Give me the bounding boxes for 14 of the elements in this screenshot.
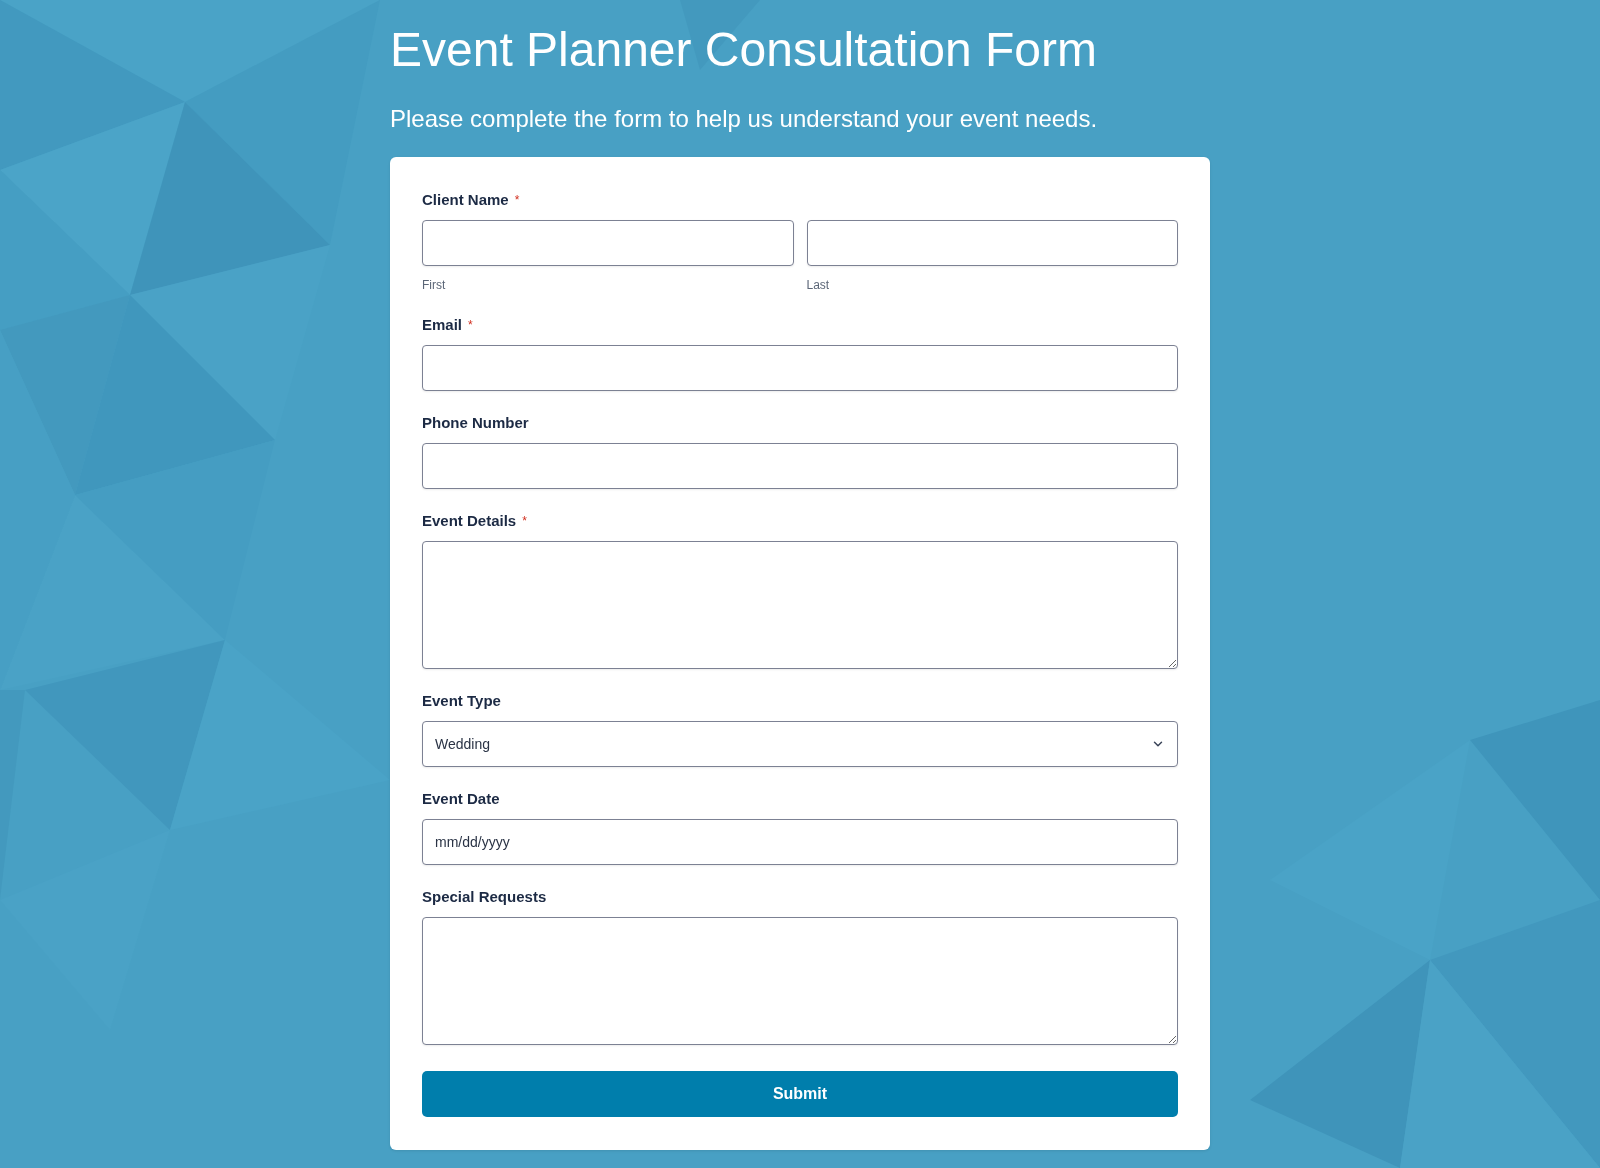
- field-label: Client Name: [422, 191, 509, 209]
- field-label: Event Type: [422, 692, 501, 710]
- form-title: Event Planner Consultation Form: [390, 22, 1097, 78]
- field-label: Email: [422, 316, 463, 334]
- field-sublabel: Last: [806, 277, 830, 293]
- required-mark: *: [514, 192, 520, 209]
- field-label: Event Date: [422, 790, 500, 808]
- field-sublabel: First: [422, 277, 446, 293]
- form-subtitle: Please complete the form to help us understand your event needs.: [390, 104, 1098, 134]
- required-mark: *: [522, 513, 527, 530]
- field-label: Phone Number: [422, 414, 529, 432]
- field-label: Event Details: [422, 512, 517, 530]
- field-label: Special Requests: [422, 888, 547, 906]
- required-mark: *: [468, 317, 473, 334]
